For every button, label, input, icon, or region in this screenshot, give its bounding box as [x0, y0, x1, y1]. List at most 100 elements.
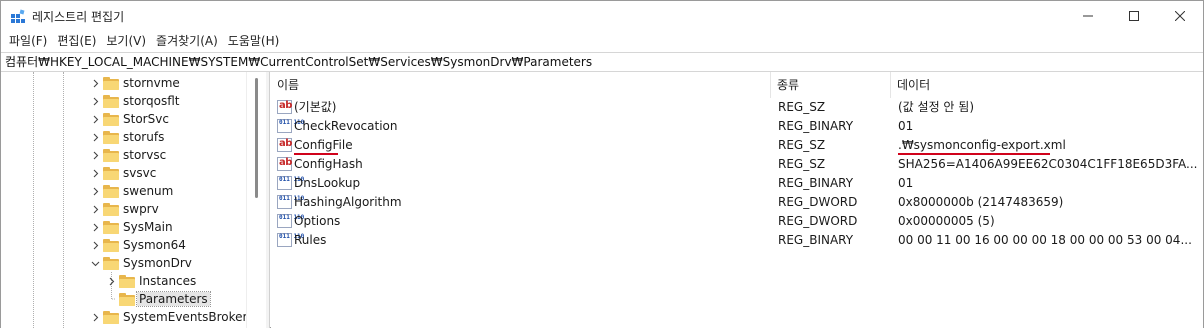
tree-node[interactable]: storqosflt [89, 92, 180, 110]
folder-icon [103, 130, 119, 144]
value-data: 0x8000000b (2147483659) [898, 195, 1064, 209]
tree-node-label: storufs [123, 130, 165, 144]
tree-node-label: Parameters [136, 291, 211, 307]
value-type: REG_SZ [778, 138, 826, 152]
binary-value-icon: 011 110 [277, 214, 304, 228]
close-button[interactable] [1157, 1, 1203, 31]
address-bar[interactable]: 컴퓨터₩HKEY_LOCAL_MACHINE₩SYSTEM₩CurrentCon… [1, 52, 1203, 72]
menu-edit[interactable]: 편집(E) [52, 31, 101, 52]
tree-scrollbar[interactable] [246, 72, 266, 328]
tree-node[interactable]: swprv [89, 200, 159, 218]
close-icon [1175, 11, 1185, 21]
value-row[interactable]: ab ConfigHash REG_SZ SHA256=A1406A99EE62C03… [271, 155, 1203, 174]
chevron-right-icon[interactable] [89, 92, 101, 110]
tree-node-label: Instances [139, 274, 197, 288]
tree-node[interactable]: SysMain [89, 218, 173, 236]
maximize-icon [1129, 11, 1139, 21]
folder-icon [103, 94, 119, 108]
chevron-right-icon[interactable] [89, 164, 101, 182]
chevron-right-icon[interactable] [89, 218, 101, 236]
chevron-right-icon[interactable] [89, 128, 101, 146]
tree-node[interactable]: stornvme [89, 74, 180, 92]
tree-node-label: storvsc [123, 148, 167, 162]
binary-value-icon: 011 110 [277, 119, 304, 133]
column-header-data[interactable]: 데이터 [891, 72, 1203, 98]
column-header-type[interactable]: 종류 [771, 72, 891, 98]
value-row[interactable]: 011 110 Options REG_DWORD 0x00000005 (5) [271, 212, 1203, 231]
window-title: 레지스트리 편집기 [32, 10, 125, 24]
tree-node[interactable]: swenum [89, 182, 173, 200]
value-type: REG_DWORD [778, 195, 858, 209]
chevron-right-icon[interactable] [89, 182, 101, 200]
pane-splitter[interactable] [266, 72, 270, 328]
value-data: 01 [898, 176, 914, 190]
tree-node-label: SysMain [123, 220, 173, 234]
folder-icon [103, 310, 119, 324]
folder-icon [103, 166, 119, 180]
tree-node-label: SysmonDrv [123, 256, 192, 270]
tree-node[interactable]: Instances [105, 272, 196, 290]
chevron-down-icon[interactable] [89, 254, 101, 272]
registry-editor-icon [11, 9, 25, 23]
value-name: Rules [294, 233, 327, 247]
folder-icon [119, 292, 135, 306]
folder-icon [119, 274, 135, 288]
string-value-icon: ab [277, 157, 292, 171]
tree-node[interactable]: Parameters [105, 290, 211, 308]
folder-icon [103, 76, 119, 90]
tree-node-label: stornvme [123, 76, 180, 90]
value-row[interactable]: 011 110 HashingAlgorithm REG_DWORD 0x800000… [271, 193, 1203, 212]
tree-node-label: swprv [123, 202, 159, 216]
value-type: REG_BINARY [778, 176, 854, 190]
value-type: REG_BINARY [778, 233, 854, 247]
menu-help[interactable]: 도움말(H) [223, 31, 285, 52]
value-type: REG_BINARY [778, 119, 854, 133]
column-header-name[interactable]: 이름 [271, 72, 771, 98]
chevron-right-icon[interactable] [105, 272, 117, 290]
value-row[interactable]: 011 110 DnsLookup REG_BINARY 01 [271, 174, 1203, 193]
string-value-icon: ab [277, 100, 292, 114]
chevron-right-icon[interactable] [89, 110, 101, 128]
chevron-right-icon[interactable] [89, 74, 101, 92]
binary-value-icon: 011 110 [277, 233, 304, 247]
tree-node[interactable]: svsvc [89, 164, 156, 182]
string-value-icon: ab [277, 138, 292, 152]
chevron-right-icon[interactable] [89, 236, 101, 254]
chevron-right-icon[interactable] [89, 308, 101, 326]
value-name: Options [294, 214, 341, 228]
folder-icon [103, 220, 119, 234]
value-row[interactable]: ab ConfigFile REG_SZ .₩sysmonconfig-export.… [271, 136, 1203, 155]
tree-node[interactable]: storufs [89, 128, 164, 146]
minimize-button[interactable] [1065, 1, 1111, 31]
tree-node-label: storqosflt [123, 94, 180, 108]
tree-node[interactable]: storvsc [89, 146, 166, 164]
folder-icon [103, 148, 119, 162]
value-row[interactable]: 011 110 Rules REG_BINARY 00 00 11 00 16 00 … [271, 231, 1203, 250]
menu-favorites[interactable]: 즐겨찾기(A) [151, 31, 223, 52]
chevron-right-icon[interactable] [89, 200, 101, 218]
tree-node[interactable]: SysmonDrv [89, 254, 192, 272]
tree-node-label: StorSvc [123, 112, 169, 126]
menu-view[interactable]: 보기(V) [101, 31, 151, 52]
tree-node[interactable]: SystemEventsBroker [89, 308, 247, 326]
value-data: 01 [898, 119, 914, 133]
value-name: ConfigFile [294, 138, 353, 152]
value-data: 0x00000005 (5) [898, 214, 995, 228]
tree-node-label: SystemEventsBroker [123, 310, 248, 324]
tree-node[interactable]: Sysmon64 [89, 236, 186, 254]
value-name: DnsLookup [294, 176, 361, 190]
scrollbar-thumb[interactable] [255, 78, 258, 198]
tree-node-label: swenum [123, 184, 174, 198]
chevron-right-icon[interactable] [89, 146, 101, 164]
value-name: ConfigHash [294, 157, 363, 171]
value-row[interactable]: 011 110 CheckRevocation REG_BINARY 01 [271, 117, 1203, 136]
value-data: 00 00 11 00 16 00 00 00 18 00 00 00 53 0… [898, 233, 1192, 247]
value-data: (값 설정 안 됨) [898, 100, 975, 114]
menu-file[interactable]: 파일(F) [4, 31, 52, 52]
tree-node[interactable]: StorSvc [89, 110, 169, 128]
registry-editor-window: 레지스트리 편집기 파일(F) 편집(E) 보기(V) 즐겨찾기(A) 도움말(… [0, 0, 1204, 328]
value-row[interactable]: ab (기본값) REG_SZ (값 설정 안 됨) [271, 98, 1203, 117]
menu-bar: 파일(F) 편집(E) 보기(V) 즐겨찾기(A) 도움말(H) [1, 31, 1203, 52]
values-list-pane: 이름 종류 데이터 ab (기본값) REG_SZ (값 설정 안 됨) 011 110… [271, 72, 1203, 328]
maximize-button[interactable] [1111, 1, 1157, 31]
